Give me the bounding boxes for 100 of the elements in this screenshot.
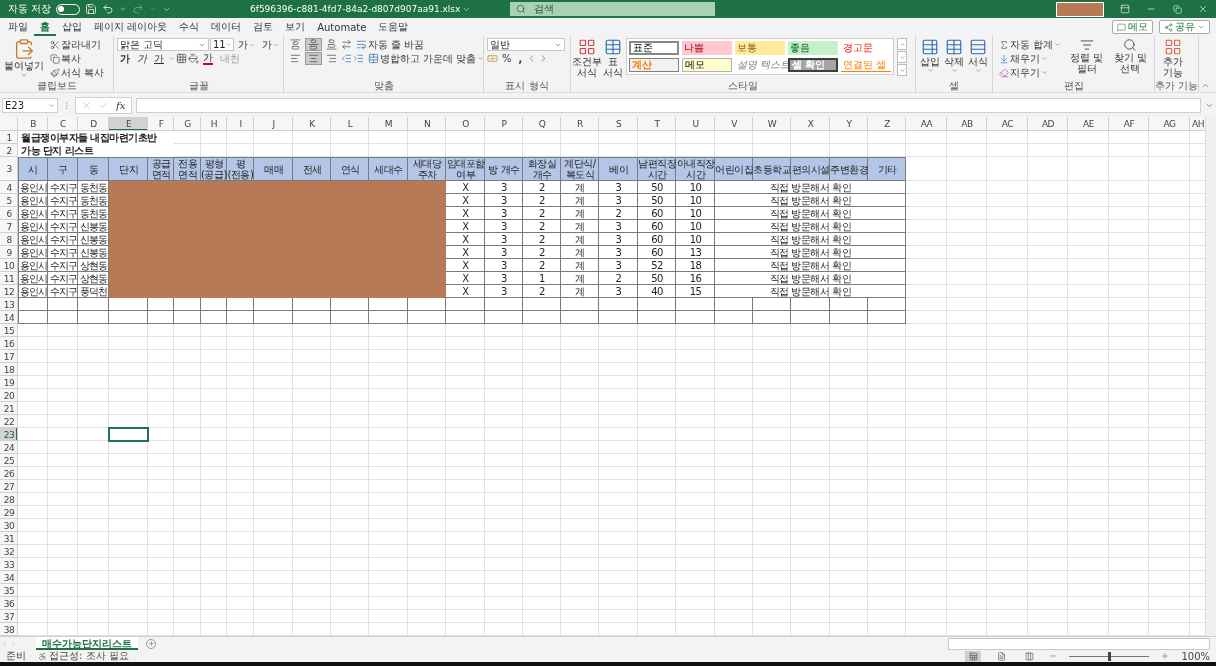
sheet-tab[interactable]: 매수가능단지리스트 bbox=[36, 637, 138, 650]
row-header[interactable]: 25 bbox=[0, 454, 18, 467]
align-button[interactable] bbox=[305, 52, 322, 65]
row-header[interactable]: 11 bbox=[0, 272, 18, 285]
row-header[interactable]: 33 bbox=[0, 558, 18, 571]
scroll-bar[interactable] bbox=[1205, 117, 1216, 636]
font-name-select[interactable]: 맑은 고딕 bbox=[117, 38, 209, 51]
column-header[interactable]: D bbox=[78, 117, 109, 131]
row-header[interactable]: 20 bbox=[0, 389, 18, 402]
menu-tab[interactable]: 검토 bbox=[247, 18, 280, 36]
font-color-button[interactable]: 가 bbox=[200, 52, 216, 65]
row-header[interactable]: 12 bbox=[0, 285, 18, 298]
comments-button[interactable]: 메모 bbox=[1112, 20, 1153, 34]
cell-style[interactable]: 메모 bbox=[682, 58, 732, 72]
column-header[interactable]: V bbox=[715, 117, 753, 131]
row-header[interactable]: 3 bbox=[0, 157, 18, 181]
row-header[interactable]: 5 bbox=[0, 194, 18, 207]
align-button[interactable] bbox=[287, 38, 304, 51]
row-header[interactable]: 35 bbox=[0, 584, 18, 597]
column-header[interactable]: U bbox=[676, 117, 715, 131]
fill-color-icon[interactable] bbox=[188, 53, 199, 64]
row-header[interactable]: 13 bbox=[0, 298, 18, 311]
row-header[interactable]: 8 bbox=[0, 233, 18, 246]
accessibility-status[interactable]: 접근성: 조사 필요 bbox=[49, 649, 129, 663]
collapse-icon[interactable] bbox=[1201, 81, 1210, 90]
column-header[interactable]: E bbox=[109, 117, 148, 131]
row-header[interactable]: 30 bbox=[0, 519, 18, 532]
format-button[interactable]: 서식 bbox=[967, 38, 989, 74]
menu-tab[interactable]: 보기 bbox=[279, 18, 312, 36]
autosum-button[interactable]: 자동 합계 bbox=[996, 38, 1065, 51]
bold-button[interactable]: 가 bbox=[117, 52, 133, 65]
zoom-in-icon[interactable] bbox=[1161, 652, 1170, 660]
column-header[interactable]: O bbox=[446, 117, 485, 131]
column-header[interactable]: H bbox=[201, 117, 227, 131]
row-header[interactable]: 29 bbox=[0, 506, 18, 519]
column-header[interactable]: Z bbox=[868, 117, 906, 131]
percent-button[interactable]: % bbox=[499, 52, 515, 65]
column-header[interactable]: T bbox=[638, 117, 676, 131]
menu-tab[interactable]: 도움말 bbox=[372, 18, 415, 36]
align-button[interactable] bbox=[305, 38, 322, 51]
column-header[interactable]: R bbox=[561, 117, 599, 131]
column-header[interactable]: N bbox=[408, 117, 446, 131]
column-header[interactable]: AH bbox=[1190, 117, 1205, 131]
selected-cell[interactable] bbox=[109, 428, 148, 441]
add-ins-button[interactable]: 추가 기능 bbox=[1158, 38, 1188, 78]
column-header[interactable]: AB bbox=[947, 117, 987, 131]
row-header[interactable]: 7 bbox=[0, 220, 18, 233]
table-format-button[interactable]: 표 서식 bbox=[602, 38, 624, 78]
save-icon[interactable] bbox=[85, 3, 98, 15]
wrap-text-button[interactable]: 자동 줄 바꿈 bbox=[353, 38, 428, 51]
insert-button[interactable]: 삽입 bbox=[919, 38, 941, 74]
column-header[interactable]: AA bbox=[906, 117, 947, 131]
shrink-font-button[interactable]: 가 bbox=[259, 38, 282, 51]
find-select-button[interactable]: 찾기 및 선택 bbox=[1109, 38, 1151, 74]
column-header[interactable]: G bbox=[174, 117, 201, 131]
formula-field[interactable] bbox=[136, 97, 1201, 113]
insert-function-button[interactable]: fx bbox=[116, 99, 126, 111]
column-header[interactable]: P bbox=[485, 117, 523, 131]
scroll-bar[interactable] bbox=[948, 637, 1210, 650]
menu-tab[interactable]: 파일 bbox=[2, 18, 34, 36]
column-header[interactable]: X bbox=[791, 117, 830, 131]
view-button[interactable] bbox=[965, 650, 982, 662]
caret-icon[interactable] bbox=[119, 5, 128, 13]
cell-style[interactable]: 보통 bbox=[735, 41, 785, 55]
cut-button[interactable]: 잘라내기 bbox=[47, 38, 108, 51]
row-header[interactable]: 26 bbox=[0, 467, 18, 480]
column-header[interactable]: C bbox=[48, 117, 78, 131]
share-button[interactable]: 공유 bbox=[1159, 20, 1210, 34]
row-header[interactable]: 34 bbox=[0, 571, 18, 584]
scroll-up-button[interactable] bbox=[897, 38, 907, 50]
menu-tab[interactable]: 수식 bbox=[173, 18, 206, 36]
cell-style[interactable]: 나쁨 bbox=[682, 41, 732, 55]
row-header[interactable]: 21 bbox=[0, 402, 18, 415]
row-header[interactable]: 9 bbox=[0, 246, 18, 259]
comma-button[interactable]: , bbox=[515, 52, 526, 65]
search-field[interactable]: 검색 bbox=[510, 2, 715, 16]
menu-tab[interactable]: Automate bbox=[311, 18, 373, 36]
column-header[interactable]: S bbox=[599, 117, 638, 131]
number-format-select[interactable]: 일반 bbox=[487, 38, 565, 51]
column-header[interactable]: L bbox=[331, 117, 369, 131]
row-header[interactable]: 37 bbox=[0, 610, 18, 623]
row-header[interactable]: 4 bbox=[0, 181, 18, 194]
add-sheet-button[interactable] bbox=[146, 638, 156, 649]
column-header[interactable]: M bbox=[369, 117, 408, 131]
row-header[interactable]: 28 bbox=[0, 493, 18, 506]
undo-icon[interactable] bbox=[102, 3, 115, 15]
grow-font-button[interactable]: 가 bbox=[235, 38, 258, 51]
row-header[interactable]: 10 bbox=[0, 259, 18, 272]
cell-style[interactable]: 표준 bbox=[629, 41, 679, 55]
sort-filter-button[interactable]: 정렬 및 필터 bbox=[1066, 38, 1108, 74]
format-painter-button[interactable]: 서식 복사 bbox=[47, 66, 108, 79]
column-header[interactable]: AG bbox=[1149, 117, 1190, 131]
row-header[interactable]: 6 bbox=[0, 207, 18, 220]
column-header[interactable]: F bbox=[148, 117, 174, 131]
column-header[interactable]: AC bbox=[987, 117, 1028, 131]
row-header[interactable]: 14 bbox=[0, 311, 18, 324]
row-header[interactable]: 27 bbox=[0, 480, 18, 493]
row-header[interactable]: 24 bbox=[0, 441, 18, 454]
name-box[interactable]: E23 bbox=[2, 97, 58, 113]
row-header[interactable]: 19 bbox=[0, 376, 18, 389]
